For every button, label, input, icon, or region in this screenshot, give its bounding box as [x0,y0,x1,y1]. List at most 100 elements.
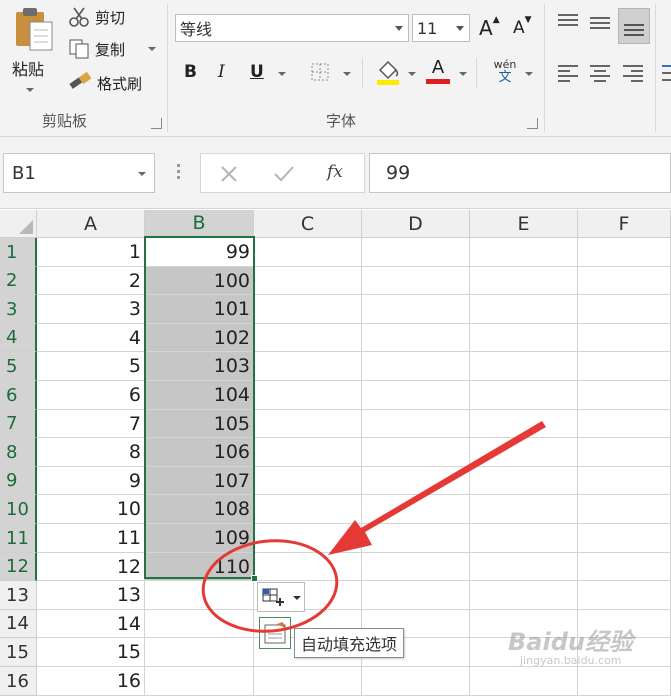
cell-empty[interactable] [254,553,362,581]
font-size-dropdown[interactable]: 11 [412,14,470,42]
cell-a[interactable]: 16 [37,667,145,696]
row-header[interactable]: 16 [0,667,37,696]
cut-button[interactable]: 剪切 [68,6,125,28]
cell-empty[interactable] [254,324,362,352]
cell-empty[interactable] [362,467,470,495]
cell-b[interactable] [145,610,254,638]
cell-empty[interactable] [254,667,362,696]
row-header[interactable]: 7 [0,410,37,438]
cell-b[interactable] [145,638,254,667]
font-name-dropdown[interactable]: 等线 [175,14,409,42]
cell-a[interactable]: 14 [37,610,145,638]
cell-b[interactable]: 100 [145,267,254,295]
paste-dropdown-arrow[interactable] [26,88,34,92]
copy-button[interactable]: 复制 [68,38,156,60]
format-painter-button[interactable]: 格式刷 [68,72,142,94]
cell-a[interactable]: 8 [37,438,145,467]
cell-empty[interactable] [470,381,578,410]
cell-empty[interactable] [254,238,362,267]
cell-empty[interactable] [578,295,671,324]
cell-b[interactable]: 101 [145,295,254,324]
cell-empty[interactable] [362,581,470,610]
fill-color-button[interactable] [375,58,401,86]
cell-a[interactable]: 6 [37,381,145,410]
middle-align-button[interactable] [587,12,613,34]
cell-empty[interactable] [470,438,578,467]
cell-a[interactable]: 10 [37,495,145,524]
row-header[interactable]: 10 [0,495,37,524]
cell-empty[interactable] [362,438,470,467]
cell-empty[interactable] [470,295,578,324]
cell-b[interactable] [145,581,254,610]
font-dialog-launcher[interactable] [527,118,538,129]
cell-empty[interactable] [470,581,578,610]
cell-empty[interactable] [254,524,362,553]
align-right-button[interactable] [620,62,646,84]
underline-button[interactable]: U [250,62,264,82]
phonetic-guide-button[interactable]: wén 文 [490,58,520,85]
cell-empty[interactable] [362,410,470,438]
cell-empty[interactable] [470,267,578,295]
cell-empty[interactable] [578,381,671,410]
cell-empty[interactable] [362,324,470,352]
column-header-b[interactable]: B [145,210,254,238]
cell-b[interactable]: 109 [145,524,254,553]
cell-empty[interactable] [470,324,578,352]
paste-button[interactable]: 粘贴 [6,4,58,96]
cell-empty[interactable] [470,352,578,381]
cancel-icon[interactable] [219,164,239,184]
row-header[interactable]: 14 [0,610,37,638]
cell-a[interactable]: 12 [37,553,145,581]
cell-a[interactable]: 9 [37,467,145,495]
font-color-button[interactable]: A [426,58,450,84]
font-color-dropdown-arrow[interactable] [459,72,467,76]
name-box[interactable]: B1 [3,153,155,193]
cell-b[interactable]: 105 [145,410,254,438]
cell-b[interactable]: 102 [145,324,254,352]
cell-a[interactable]: 2 [37,267,145,295]
formula-bar-grip[interactable] [177,164,180,182]
cell-a[interactable]: 13 [37,581,145,610]
cell-a[interactable]: 1 [37,238,145,267]
column-header-f[interactable]: F [578,210,671,238]
cell-empty[interactable] [362,524,470,553]
cell-empty[interactable] [362,553,470,581]
cell-empty[interactable] [254,352,362,381]
column-header-e[interactable]: E [470,210,578,238]
cell-empty[interactable] [254,467,362,495]
cell-empty[interactable] [254,438,362,467]
cell-empty[interactable] [470,238,578,267]
row-header[interactable]: 9 [0,467,37,495]
row-header[interactable]: 1 [0,238,37,267]
checkmark-icon[interactable] [273,164,295,184]
copy-dropdown-arrow[interactable] [148,47,156,51]
cell-b[interactable]: 103 [145,352,254,381]
clipboard-dialog-launcher[interactable] [151,118,162,129]
cell-a[interactable]: 3 [37,295,145,324]
cell-empty[interactable] [254,295,362,324]
cell-empty[interactable] [578,438,671,467]
cell-empty[interactable] [578,581,671,610]
column-header-c[interactable]: C [254,210,362,238]
top-align-button[interactable] [555,12,581,34]
cell-a[interactable]: 7 [37,410,145,438]
row-header[interactable]: 3 [0,295,37,324]
cell-empty[interactable] [362,295,470,324]
cell-a[interactable]: 15 [37,638,145,667]
row-header[interactable]: 8 [0,438,37,467]
cell-empty[interactable] [470,495,578,524]
cell-empty[interactable] [470,467,578,495]
cell-empty[interactable] [470,410,578,438]
cell-empty[interactable] [578,267,671,295]
cell-empty[interactable] [578,352,671,381]
fill-color-dropdown-arrow[interactable] [408,72,416,76]
cell-b[interactable]: 104 [145,381,254,410]
row-header[interactable]: 5 [0,352,37,381]
cell-a[interactable]: 5 [37,352,145,381]
cell-empty[interactable] [254,410,362,438]
cell-empty[interactable] [362,495,470,524]
cell-empty[interactable] [254,495,362,524]
cell-empty[interactable] [578,238,671,267]
fill-handle[interactable] [251,575,258,582]
borders-button[interactable] [310,62,330,82]
